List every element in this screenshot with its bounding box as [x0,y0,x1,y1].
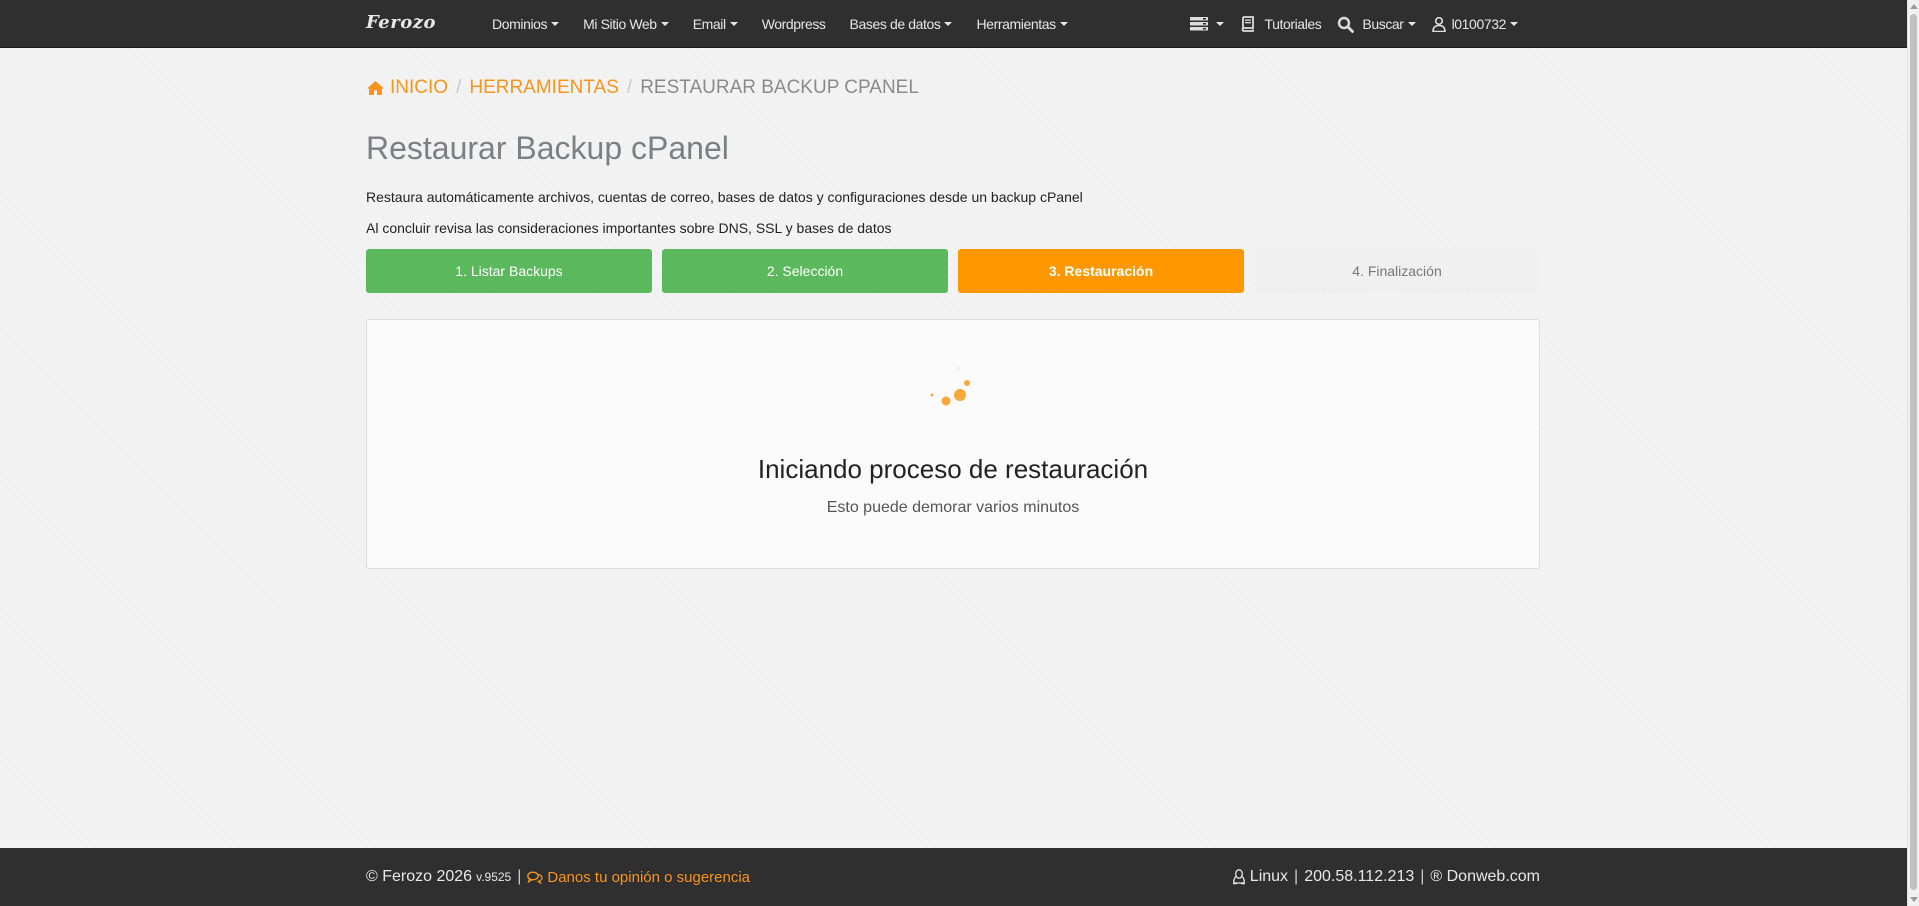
menu-dominios[interactable]: Dominios [492,16,560,32]
progress-subtitle: Esto puede demorar varios minutos [826,499,1080,516]
chat-bubbles-icon [527,871,543,884]
menu-mi-sitio-web-label: Mi Sitio Web [583,16,657,32]
loading-spinner-icon [927,365,987,415]
servers-menu[interactable] [1190,17,1225,31]
footer-left: © Ferozo 2026 v.9525 | Danos tu opinión … [366,848,750,906]
restore-progress-panel: Iniciando proceso de restauración Esto p… [366,319,1540,569]
footer-os: Linux [1249,868,1289,885]
server-stack-icon [1190,17,1209,31]
step-restauracion: 3. Restauración [958,249,1244,293]
menu-dominios-label: Dominios [492,16,548,32]
footer-version: v.9525 [476,870,512,884]
menu-herramientas[interactable]: Herramientas [976,16,1068,32]
step-seleccion[interactable]: 2. Selección [662,249,948,293]
brand-logo[interactable]: Ferozo [366,12,436,33]
menu-mi-sitio-web[interactable]: Mi Sitio Web [583,16,669,32]
footer-separator: | [1420,868,1425,885]
book-icon [1240,16,1256,32]
breadcrumb: INICIO / HERRAMIENTAS / RESTAURAR BACKUP… [366,77,919,99]
page-title: Restaurar Backup cPanel [366,130,729,166]
breadcrumb-separator: / [626,77,633,98]
footer-right: Linux | 200.58.112.213 | ® Donweb.com [1232,848,1540,906]
menu-email[interactable]: Email [693,16,738,32]
navbar-container: Ferozo Dominios Mi Sitio Web Email Wordp… [366,0,1540,48]
user-menu[interactable]: l0100732 [1431,16,1518,32]
page-note: Al concluir revisa las consideraciones i… [366,220,892,236]
menu-herramientas-label: Herramientas [976,16,1056,32]
menu-wordpress-label: Wordpress [761,16,826,32]
user-icon [1431,16,1446,32]
progress-title: Iniciando proceso de restauración [757,454,1149,484]
page-description: Restaura automáticamente archivos, cuent… [366,189,1083,205]
search-menu[interactable]: Buscar [1337,16,1416,33]
user-label: l0100732 [1451,16,1507,32]
wizard-steps: 1. Listar Backups 2. Selección 3. Restau… [366,249,1540,293]
search-icon [1337,16,1355,33]
breadcrumb-current: RESTAURAR BACKUP CPANEL [640,77,919,98]
chevron-down-icon [1216,22,1225,26]
scroll-down-icon[interactable] [1910,897,1918,902]
breadcrumb-separator: / [456,77,462,98]
breadcrumb-home[interactable]: INICIO [366,77,448,99]
chevron-down-icon [1510,22,1518,26]
feedback-link[interactable]: Danos tu opinión o sugerencia [527,869,750,886]
page-scrollbar[interactable] [1907,0,1919,906]
chevron-down-icon [1407,22,1416,26]
step-finalizacion: 4. Finalización [1254,249,1540,293]
scrollbar-thumb[interactable] [1910,14,1917,890]
tutorials-link[interactable]: Tutoriales [1240,16,1322,32]
step-listar-backups[interactable]: 1. Listar Backups [366,249,652,293]
nav-right-menu: Tutoriales Buscar l0100732 [1174,0,1518,48]
scroll-up-icon[interactable] [1910,4,1918,9]
chevron-down-icon [944,22,953,26]
chevron-down-icon [1059,22,1068,26]
footer-provider[interactable]: ® Donweb.com [1430,868,1540,886]
chevron-down-icon [729,22,738,26]
footer-copyright: © Ferozo 2026 [366,868,473,885]
footer-ip: 200.58.112.213 [1304,868,1415,885]
menu-wordpress[interactable]: Wordpress [762,16,826,32]
chevron-down-icon [551,22,560,26]
tutorials-label: Tutoriales [1264,16,1322,32]
footer-container: © Ferozo 2026 v.9525 | Danos tu opinión … [366,848,1540,906]
linux-tux-icon [1232,869,1246,885]
menu-email-label: Email [692,16,726,32]
footer: © Ferozo 2026 v.9525 | Danos tu opinión … [0,848,1907,906]
search-label: Buscar [1362,16,1404,32]
footer-separator: | [517,868,522,885]
top-navbar: Ferozo Dominios Mi Sitio Web Email Wordp… [0,0,1907,48]
menu-bases-de-datos[interactable]: Bases de datos [850,16,953,32]
feedback-label: Danos tu opinión o sugerencia [547,868,751,886]
home-icon [366,80,385,96]
main-menu: Dominios Mi Sitio Web Email Wordpress Ba… [492,0,1092,48]
chevron-down-icon [660,22,669,26]
footer-separator: | [1294,868,1299,885]
breadcrumb-home-label: INICIO [390,77,449,98]
menu-bases-de-datos-label: Bases de datos [849,16,941,32]
breadcrumb-section[interactable]: HERRAMIENTAS [469,77,619,99]
